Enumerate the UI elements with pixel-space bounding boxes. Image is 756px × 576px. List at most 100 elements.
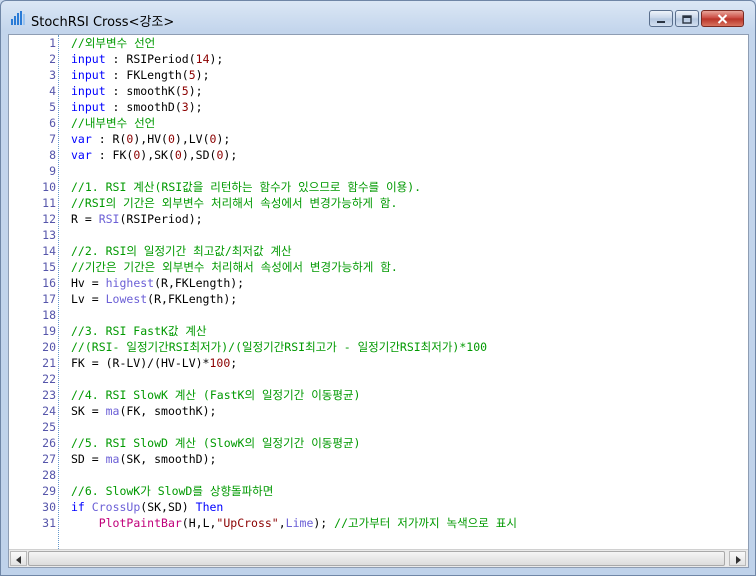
code-line[interactable]: //2. RSI의 일정기간 최고값/최저값 계산 [71,243,292,259]
horizontal-scrollbar[interactable] [9,549,748,567]
line-number: 14 [42,244,56,258]
code-line[interactable]: input : RSIPeriod(14); [71,51,223,67]
code-line[interactable]: //3. RSI FastK값 계산 [71,323,207,339]
code-token: highest [105,276,155,290]
code-token: Hv = [71,276,106,290]
code-token: "UpCross" [216,516,279,530]
code-token: //RSI의 기간은 외부변수 처리해서 속성에서 변경가능하게 함. [71,196,398,210]
code-token: //내부변수 선언 [71,116,156,130]
line-number: 3 [49,68,56,82]
line-number: 27 [42,452,56,466]
code-line[interactable]: R = RSI(RSIPeriod); [71,211,203,227]
line-number: 8 [49,148,56,162]
code-line[interactable]: //4. RSI SlowK 계산 (FastK의 일정기간 이동평균) [71,387,360,403]
code-token: : FK( [91,148,134,162]
minimize-button[interactable] [649,10,673,27]
code-line[interactable]: //외부변수 선언 [71,35,155,51]
window-title: StochRSI Cross<강조> [31,15,175,30]
code-token: ); [195,68,210,82]
code-line[interactable]: if CrossUp(SK,SD) Then [71,499,223,515]
code-token: : RSIPeriod( [105,52,196,66]
line-number: 12 [42,212,56,226]
code-line[interactable]: //기간은 기간은 외부변수 처리해서 속성에서 변경가능하게 함. [71,259,398,275]
scroll-left-button[interactable] [10,551,27,566]
code-token: CrossUp [91,500,141,514]
code-token: ma [105,404,120,418]
code-token: //2. RSI의 일정기간 최고값/최저값 계산 [71,244,292,258]
close-button[interactable] [701,10,744,27]
code-token: Lowest [105,292,148,306]
code-token: : FKLength( [105,68,189,82]
line-number: 18 [42,308,56,322]
code-line[interactable]: PlotPaintBar(H,L,"UpCross",Lime); //고가부터… [71,515,517,531]
line-number: 11 [42,196,56,210]
code-token: input [71,52,106,66]
code-token: R = [71,212,99,226]
code-line[interactable]: SK = ma(FK, smoothK); [71,403,216,419]
code-line[interactable]: SD = ma(SK, smoothD); [71,451,216,467]
code-line[interactable]: Lv = Lowest(R,FKLength); [71,291,237,307]
line-number: 1 [49,36,56,50]
line-number: 17 [42,292,56,306]
code-token: ); [313,516,335,530]
code-token: (RSIPeriod); [119,212,203,226]
code-token: input [71,68,106,82]
line-number: 4 [49,84,56,98]
code-token: SK = [71,404,106,418]
line-number: 21 [42,356,56,370]
code-line[interactable]: Hv = highest(R,FKLength); [71,275,244,291]
chart-bars-icon [10,10,26,26]
code-token: 5 [181,84,189,98]
code-line[interactable]: input : FKLength(5); [71,67,210,83]
code-line[interactable]: //RSI의 기간은 외부변수 처리해서 속성에서 변경가능하게 함. [71,195,397,211]
code-token: (R,FKLength); [154,276,245,290]
code-token: ),HV( [133,132,168,146]
code-line[interactable]: FK = (R-LV)/(HV-LV)*100; [71,355,237,371]
code-token: //4. RSI SlowK 계산 (FastK의 일정기간 이동평균) [71,388,361,402]
line-number: 5 [49,100,56,114]
code-token: ma [105,452,120,466]
line-number: 6 [49,116,56,130]
code-line[interactable]: //내부변수 선언 [71,115,155,131]
line-number: 19 [42,324,56,338]
code-token: : smoothD( [105,100,182,114]
code-token: //3. RSI FastK값 계산 [71,324,207,338]
code-token: (R,FKLength); [147,292,238,306]
line-number: 20 [42,340,56,354]
title-bar[interactable]: StochRSI Cross<강조> [1,1,755,37]
line-number: 7 [49,132,56,146]
close-icon [717,9,728,28]
line-number: 23 [42,388,56,402]
code-token: : R( [91,132,127,146]
scroll-right-button[interactable] [729,551,746,566]
line-number: 16 [42,276,56,290]
code-editor[interactable]: 1 2 3 4 5 6 7 8 9 10 11 12 13 14 15 16 17 18 19 20 21 22 23 24 2… [8,34,749,568]
scroll-thumb[interactable] [28,551,725,566]
code-line[interactable]: input : smoothK(5); [71,83,203,99]
code-line[interactable]: //(RSI- 일정기간RSI최저가)/(일정기간RSI최고가 - 일정기간RS… [71,339,487,355]
code-token: Then [195,500,224,514]
code-token: 0 [167,132,175,146]
gutter-divider [58,35,59,549]
code-token: //5. RSI SlowD 계산 (SlowK의 일정기간 이동평균) [71,436,361,450]
code-line[interactable]: //6. SlowK가 SlowD를 상향돌파하면 [71,483,273,499]
line-number: 30 [42,500,56,514]
code-line[interactable]: //5. RSI SlowD 계산 (SlowK의 일정기간 이동평균) [71,435,360,451]
code-token: input [71,100,106,114]
code-token: ); [216,132,231,146]
maximize-button[interactable] [675,10,699,27]
code-token: //외부변수 선언 [71,36,156,50]
code-token: (FK, smoothK); [119,404,217,418]
arrow-right-icon [735,549,741,568]
code-line[interactable]: var : FK(0),SK(0),SD(0); [71,147,237,163]
code-token: , [278,516,286,530]
line-number: 25 [42,420,56,434]
code-token: ); [188,84,203,98]
code-line[interactable]: input : smoothD(3); [71,99,203,115]
line-number-gutter: 1 2 3 4 5 6 7 8 9 10 11 12 13 14 15 16 17 18 19 20 21 22 23 24 2… [9,35,58,549]
code-token: 100 [209,356,231,370]
arrow-left-icon [15,549,22,568]
code-line[interactable]: var : R(0),HV(0),LV(0); [71,131,230,147]
code-token: : smoothK( [105,84,182,98]
code-line[interactable]: //1. RSI 계산(RSI값을 리턴하는 함수가 있으므로 함수를 이용). [71,179,421,195]
